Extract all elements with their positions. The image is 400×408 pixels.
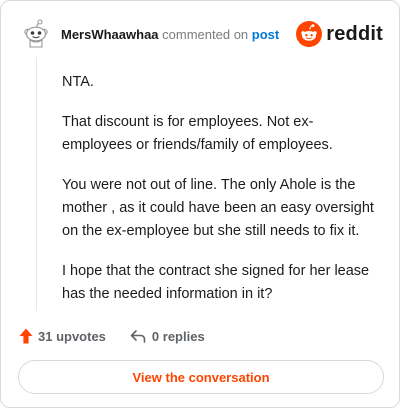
reddit-brand[interactable]: reddit: [296, 19, 383, 49]
embedded-comment-card: MersWhaawhaa commented on post reddit NT…: [0, 0, 400, 408]
comment-body: NTA. That discount is for employees. Not…: [62, 71, 382, 323]
comment-meta: MersWhaawhaa commented on post: [61, 27, 279, 43]
comment-paragraph: I hope that the contract she signed for …: [62, 263, 370, 302]
comment-paragraph: NTA.: [62, 74, 94, 90]
post-link[interactable]: post: [252, 27, 279, 42]
reply-arrow-icon: [130, 330, 146, 343]
upvote-arrow-icon: [19, 328, 33, 344]
reddit-wordmark: reddit: [326, 22, 383, 45]
thread-line: [36, 57, 37, 311]
comment-actions: 31 upvotes 0 replies: [19, 325, 205, 347]
comment-username[interactable]: MersWhaawhaa: [61, 27, 159, 42]
comment-action-text: commented on: [162, 27, 249, 42]
upvote-action[interactable]: 31 upvotes: [19, 328, 106, 344]
comment-header: MersWhaawhaa commented on post reddit: [17, 19, 385, 49]
reddit-logo-icon: [296, 21, 323, 47]
upvote-count: 31 upvotes: [38, 328, 106, 344]
reply-action[interactable]: 0 replies: [130, 329, 205, 344]
comment-paragraph: That discount is for employees. Not ex-e…: [62, 114, 333, 153]
view-conversation-button[interactable]: View the conversation: [18, 360, 384, 394]
comment-paragraph: You were not out of line. The only Ahole…: [62, 177, 374, 239]
snoo-avatar-icon[interactable]: [21, 19, 51, 49]
reply-count: 0 replies: [151, 328, 205, 344]
